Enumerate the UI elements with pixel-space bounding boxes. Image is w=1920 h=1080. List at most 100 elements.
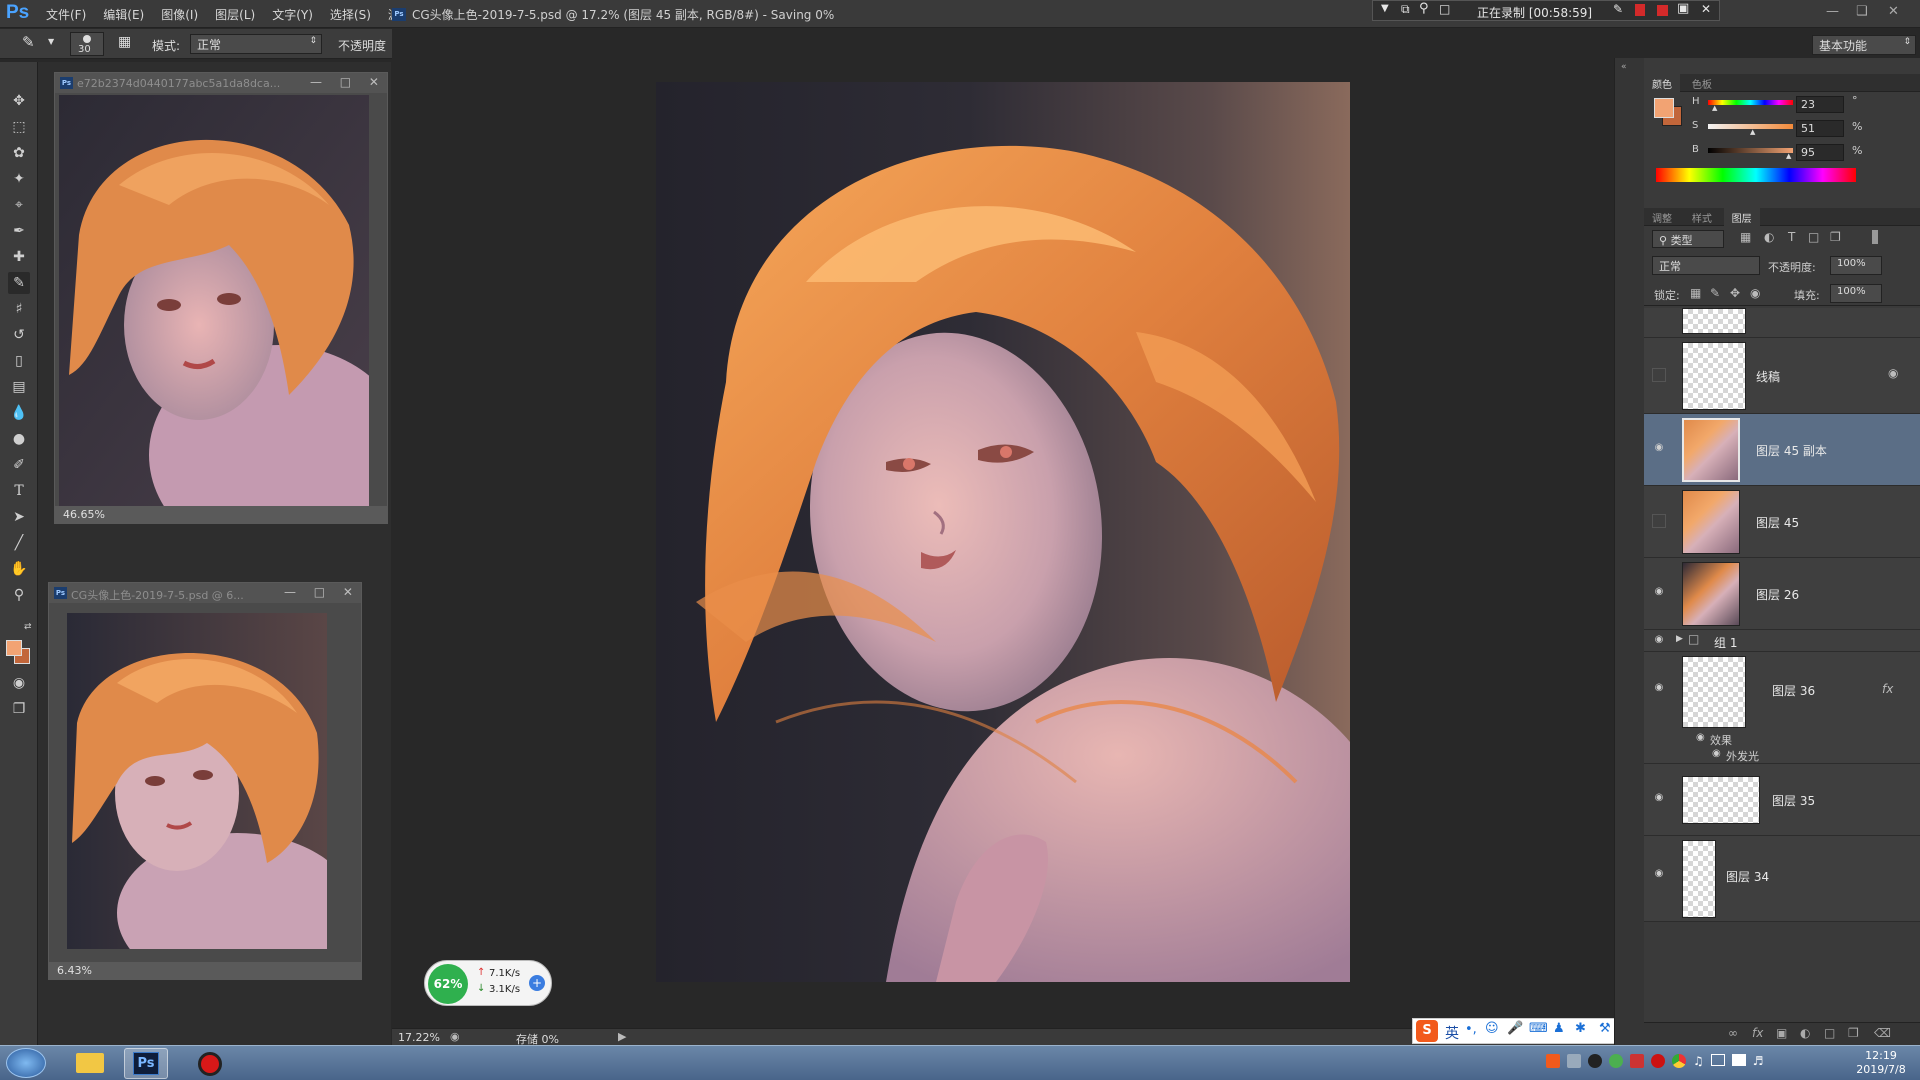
layer-row[interactable]: ◉ 图层 34: [1644, 836, 1920, 922]
link-layers-icon[interactable]: ∞: [1728, 1026, 1738, 1040]
layer-name[interactable]: 图层 36: [1772, 682, 1815, 699]
lock-pixels-icon[interactable]: ✎: [1710, 286, 1720, 300]
network-speed-widget[interactable]: 62% ↑ 7.1K/s ↓ 3.1K/s +: [424, 960, 552, 1006]
brush-tool-icon[interactable]: ✎: [22, 33, 35, 51]
eye-icon[interactable]: ◉: [1696, 732, 1705, 743]
screen-mode-icon[interactable]: ❐: [8, 698, 30, 720]
eyedropper-icon[interactable]: ✒: [8, 220, 30, 242]
stamp-tool-icon[interactable]: ♯: [8, 298, 30, 320]
display-tray-icon[interactable]: [1710, 1054, 1725, 1066]
zoom-tool-icon[interactable]: ⚲: [8, 584, 30, 606]
search-icon[interactable]: ⚲: [1419, 1, 1429, 16]
tool-preset-dropdown-icon[interactable]: ▼: [48, 37, 54, 46]
floating-window-preview[interactable]: Ps CG头像上色-2019-7-5.psd @ 6... — □ ✕ 6.43…: [48, 582, 362, 980]
emoji-icon[interactable]: ☺: [1485, 1021, 1499, 1036]
hidden-eye-slot[interactable]: [1652, 368, 1666, 382]
menu-edit[interactable]: 编辑(E): [103, 6, 144, 23]
tab-color[interactable]: 颜色: [1644, 74, 1680, 93]
new-layer-icon[interactable]: ❐: [1848, 1026, 1859, 1040]
network-tray-icon[interactable]: [1567, 1054, 1581, 1068]
layer-row[interactable]: ◉ 图层 35: [1644, 764, 1920, 836]
layer-name[interactable]: 图层 34: [1726, 868, 1769, 885]
layer-row-selected[interactable]: ◉ 图层 45 副本: [1644, 414, 1920, 486]
foreground-color-swatch[interactable]: [6, 640, 22, 656]
sogou-tray-icon[interactable]: [1546, 1054, 1560, 1068]
layer-name[interactable]: 图层 26: [1756, 586, 1799, 603]
shape-filter-icon[interactable]: □: [1808, 230, 1819, 244]
menu-file[interactable]: 文件(F): [46, 6, 86, 23]
layer-row[interactable]: 图层 45: [1644, 486, 1920, 558]
input-language[interactable]: 英: [1445, 1023, 1459, 1043]
fill-input[interactable]: 100%: [1830, 284, 1882, 303]
eye-icon[interactable]: ◉: [1712, 748, 1721, 759]
quick-mask-icon[interactable]: ◉: [8, 672, 30, 694]
app-tray-icon[interactable]: [1630, 1054, 1644, 1068]
pen-icon[interactable]: ✎: [1613, 2, 1623, 16]
adjustment-filter-icon[interactable]: ◐: [1764, 230, 1774, 244]
hidden-eye-slot[interactable]: [1652, 514, 1666, 528]
hue-slider-thumb[interactable]: ▲: [1712, 104, 1717, 112]
eye-icon[interactable]: ◉: [1652, 868, 1666, 882]
hand-tool-icon[interactable]: ✋: [8, 558, 30, 580]
blur-tool-icon[interactable]: 💧: [8, 402, 30, 424]
window-icon[interactable]: ⧉: [1401, 2, 1410, 17]
hue-slider[interactable]: [1708, 100, 1793, 105]
floating-window-reference[interactable]: Ps e72b2374d0440177abc5a1da8dca... — □ ✕: [54, 72, 388, 524]
color-spectrum-ramp[interactable]: [1656, 168, 1856, 182]
saturation-input[interactable]: 51: [1796, 120, 1844, 137]
photoshop-taskbar-button[interactable]: Ps: [124, 1048, 168, 1079]
voice-icon[interactable]: 🎤: [1507, 1021, 1523, 1036]
ime-toolbar[interactable]: S 英 •, ☺ 🎤 ⌨ ♟ ✱ ⚒: [1412, 1018, 1624, 1044]
user-icon[interactable]: ♟: [1553, 1021, 1565, 1036]
chrome-tray-icon[interactable]: [1672, 1054, 1686, 1068]
move-tool-icon[interactable]: ✥: [8, 90, 30, 112]
document-canvas[interactable]: [656, 82, 1350, 982]
layer-name[interactable]: 图层 45 副本: [1756, 442, 1827, 459]
qq-tray-icon[interactable]: [1588, 1054, 1602, 1068]
opacity-input[interactable]: 100%: [1830, 256, 1882, 275]
restore-button[interactable]: ❑: [1856, 4, 1868, 19]
layer-name[interactable]: 图层 35: [1772, 792, 1815, 809]
layer-row[interactable]: ◉ 图层 26: [1644, 558, 1920, 630]
crop-tool-icon[interactable]: ⌖: [8, 194, 30, 216]
recorder-taskbar-button[interactable]: [190, 1049, 230, 1078]
tools-icon[interactable]: ⚒: [1599, 1021, 1611, 1036]
region-icon[interactable]: □: [1439, 2, 1450, 16]
healing-brush-icon[interactable]: ✚: [8, 246, 30, 268]
add-style-icon[interactable]: fx: [1752, 1026, 1763, 1040]
tab-layers[interactable]: 图层: [1723, 208, 1760, 227]
camera-icon[interactable]: ▣: [1677, 1, 1689, 16]
workspace-select[interactable]: 基本功能 ⇕: [1812, 35, 1916, 55]
layer-group-row[interactable]: ◉ ▶ □ 组 1: [1644, 630, 1920, 652]
brightness-slider-thumb[interactable]: ▲: [1786, 152, 1791, 160]
tab-styles[interactable]: 样式: [1684, 208, 1720, 227]
menu-type[interactable]: 文字(Y): [272, 6, 313, 23]
new-group-icon[interactable]: □: [1824, 1026, 1835, 1040]
adjustment-layer-icon[interactable]: ◐: [1800, 1026, 1810, 1040]
eye-icon[interactable]: ◉: [1652, 634, 1666, 648]
path-select-icon[interactable]: ➤: [8, 506, 30, 528]
status-menu-icon[interactable]: ▶: [618, 1030, 626, 1043]
type-filter-icon[interactable]: T: [1788, 230, 1795, 244]
gradient-tool-icon[interactable]: ▤: [8, 376, 30, 398]
menu-select[interactable]: 选择(S): [330, 6, 371, 23]
security-tray-icon[interactable]: [1609, 1054, 1623, 1068]
pen-tool-icon[interactable]: ✐: [8, 454, 30, 476]
document-tab[interactable]: Ps CG头像上色-2019-7-5.psd @ 17.2% (图层 45 副本…: [392, 6, 834, 23]
foreground-swatch[interactable]: [1654, 98, 1674, 118]
record-tray-icon[interactable]: [1651, 1054, 1665, 1068]
lock-all-icon[interactable]: ◉: [1750, 286, 1760, 300]
pixel-filter-icon[interactable]: ▦: [1740, 230, 1751, 244]
stop-icon[interactable]: [1657, 5, 1668, 16]
menu-layer[interactable]: 图层(L): [215, 6, 255, 23]
eye-icon[interactable]: ◉: [1652, 792, 1666, 806]
layer-name[interactable]: 组 1: [1714, 634, 1737, 651]
window-buttons[interactable]: — □ ✕: [284, 585, 353, 599]
delete-layer-icon[interactable]: ⌫: [1874, 1026, 1891, 1040]
dodge-tool-icon[interactable]: ●: [8, 428, 30, 450]
lasso-tool-icon[interactable]: ✿: [8, 142, 30, 164]
skin-icon[interactable]: ✱: [1575, 1021, 1586, 1036]
collapse-arrows-icon[interactable]: «: [1621, 62, 1627, 72]
zoom-level[interactable]: 17.22%: [398, 1031, 440, 1044]
brightness-slider[interactable]: [1708, 148, 1793, 153]
